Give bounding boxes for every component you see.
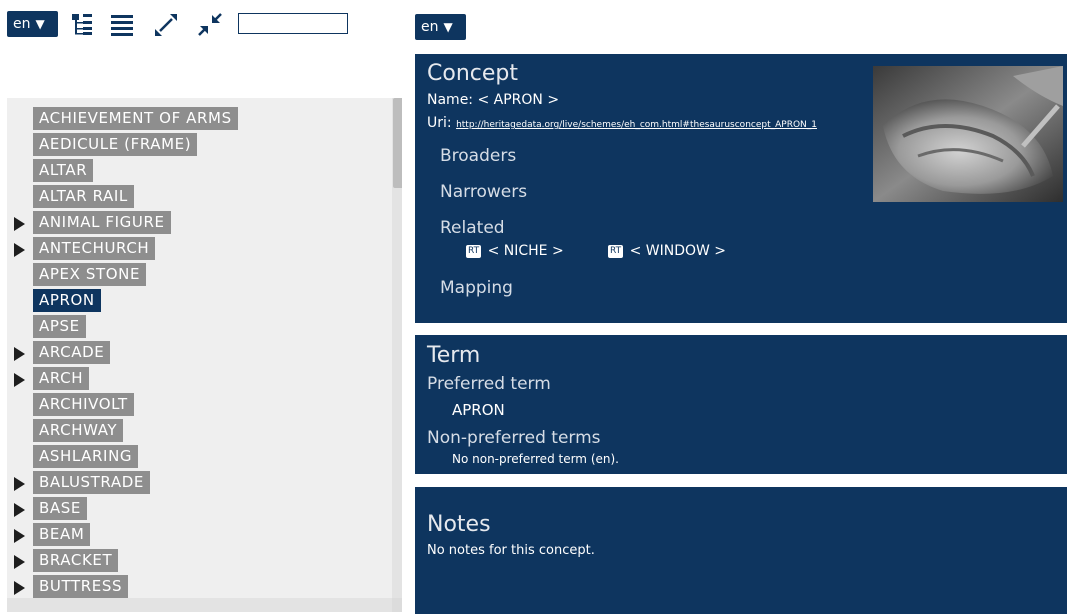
expand-arrow-icon[interactable] bbox=[14, 529, 25, 543]
tree-item-label[interactable]: AEDICULE (FRAME) bbox=[33, 133, 198, 156]
narrowers-heading[interactable]: Narrowers bbox=[440, 182, 527, 202]
related-item-label: < WINDOW > bbox=[629, 243, 727, 259]
expand-arrow-icon[interactable] bbox=[14, 581, 25, 595]
uri-label: Uri: bbox=[427, 115, 452, 131]
concept-title: Concept bbox=[427, 61, 518, 86]
tree-item-label[interactable]: APEX STONE bbox=[33, 263, 147, 286]
collapse-all-icon[interactable] bbox=[196, 10, 224, 38]
tree-item-label[interactable]: BEAM bbox=[33, 523, 91, 546]
tree-item-label[interactable]: BRACKET bbox=[33, 549, 119, 572]
tree-search-input[interactable] bbox=[238, 13, 348, 34]
concept-uri-row: Uri: http://heritagedata.org/live/scheme… bbox=[427, 115, 871, 131]
rt-badge: RT bbox=[608, 245, 624, 258]
expand-all-icon[interactable] bbox=[152, 10, 180, 38]
tree-language-value: en bbox=[13, 16, 31, 32]
notes-value: No notes for this concept. bbox=[427, 543, 595, 558]
name-value: < APRON > bbox=[477, 92, 560, 108]
tree-item-label[interactable]: ARCHIVOLT bbox=[33, 393, 134, 416]
notes-title: Notes bbox=[427, 512, 491, 537]
tree-item-label[interactable]: APRON bbox=[33, 289, 101, 312]
term-title: Term bbox=[427, 343, 481, 368]
uri-link[interactable]: http://heritagedata.org/live/schemes/eh_… bbox=[456, 120, 817, 130]
notes-panel: Notes No notes for this concept. bbox=[415, 487, 1067, 614]
tree-horizontal-scrollbar[interactable] bbox=[7, 598, 392, 612]
tree-item-label[interactable]: ANIMAL FIGURE bbox=[33, 211, 171, 234]
tree-language-select[interactable]: en ▼ bbox=[7, 11, 58, 37]
concept-tree: ACHIEVEMENT OF ARMS AEDICULE (FRAME) ALTAR… bbox=[7, 98, 402, 612]
expand-arrow-icon[interactable] bbox=[14, 243, 25, 257]
related-item-label: < NICHE > bbox=[487, 243, 564, 259]
tree-item-label[interactable]: ARCH bbox=[33, 367, 90, 390]
expand-arrow-icon[interactable] bbox=[14, 477, 25, 491]
tree-item-label[interactable]: ANTECHURCH bbox=[33, 237, 156, 260]
list-view-icon[interactable] bbox=[108, 10, 136, 38]
related-item-niche[interactable]: RT < NICHE > bbox=[466, 243, 564, 259]
tree-item-label[interactable]: BASE bbox=[33, 497, 87, 520]
scrollbar-corner bbox=[392, 598, 402, 612]
non-preferred-terms-value: No non-preferred term (en). bbox=[452, 452, 619, 466]
concept-name-row: Name: < APRON > bbox=[427, 92, 559, 108]
expand-arrow-icon[interactable] bbox=[14, 503, 25, 517]
tree-item-label[interactable]: ARCHWAY bbox=[33, 419, 124, 442]
term-panel: Term Preferred term APRON Non-preferred … bbox=[415, 335, 1067, 474]
detail-language-select[interactable]: en ▼ bbox=[415, 14, 466, 40]
expand-arrow-icon[interactable] bbox=[14, 373, 25, 387]
expand-arrow-icon[interactable] bbox=[14, 217, 25, 231]
concept-image bbox=[873, 66, 1063, 202]
tree-item-label[interactable]: ALTAR bbox=[33, 159, 94, 182]
tree-item-label[interactable]: ACHIEVEMENT OF ARMS bbox=[33, 107, 238, 130]
dropdown-arrow-icon: ▼ bbox=[35, 17, 45, 31]
tree-item-label[interactable]: BUTTRESS bbox=[33, 575, 129, 598]
expand-arrow-icon[interactable] bbox=[14, 347, 25, 361]
broaders-heading[interactable]: Broaders bbox=[440, 146, 516, 166]
rt-badge: RT bbox=[466, 245, 482, 258]
tree-vertical-scrollbar[interactable] bbox=[392, 98, 402, 598]
tree-view-icon[interactable] bbox=[68, 10, 96, 38]
tree-item-label[interactable]: ARCADE bbox=[33, 341, 111, 364]
tree-item-label[interactable]: APSE bbox=[33, 315, 86, 338]
related-heading[interactable]: Related bbox=[440, 218, 505, 238]
preferred-term-value: APRON bbox=[452, 401, 505, 419]
preferred-term-heading: Preferred term bbox=[427, 374, 551, 394]
tree-scroll-thumb[interactable] bbox=[393, 98, 402, 188]
tree-item-label[interactable]: ALTAR RAIL bbox=[33, 185, 134, 208]
related-item-window[interactable]: RT < WINDOW > bbox=[608, 243, 726, 259]
dropdown-arrow-icon: ▼ bbox=[443, 20, 453, 34]
tree-item-label[interactable]: BALUSTRADE bbox=[33, 471, 150, 494]
concept-panel: Concept Name: < APRON > Uri: http://heri… bbox=[415, 54, 1067, 323]
non-preferred-terms-heading: Non-preferred terms bbox=[427, 428, 601, 448]
tree-item-label[interactable]: ASHLARING bbox=[33, 445, 139, 468]
detail-language-value: en bbox=[421, 19, 439, 35]
name-label: Name: bbox=[427, 92, 474, 108]
mapping-heading[interactable]: Mapping bbox=[440, 278, 513, 298]
expand-arrow-icon[interactable] bbox=[14, 555, 25, 569]
